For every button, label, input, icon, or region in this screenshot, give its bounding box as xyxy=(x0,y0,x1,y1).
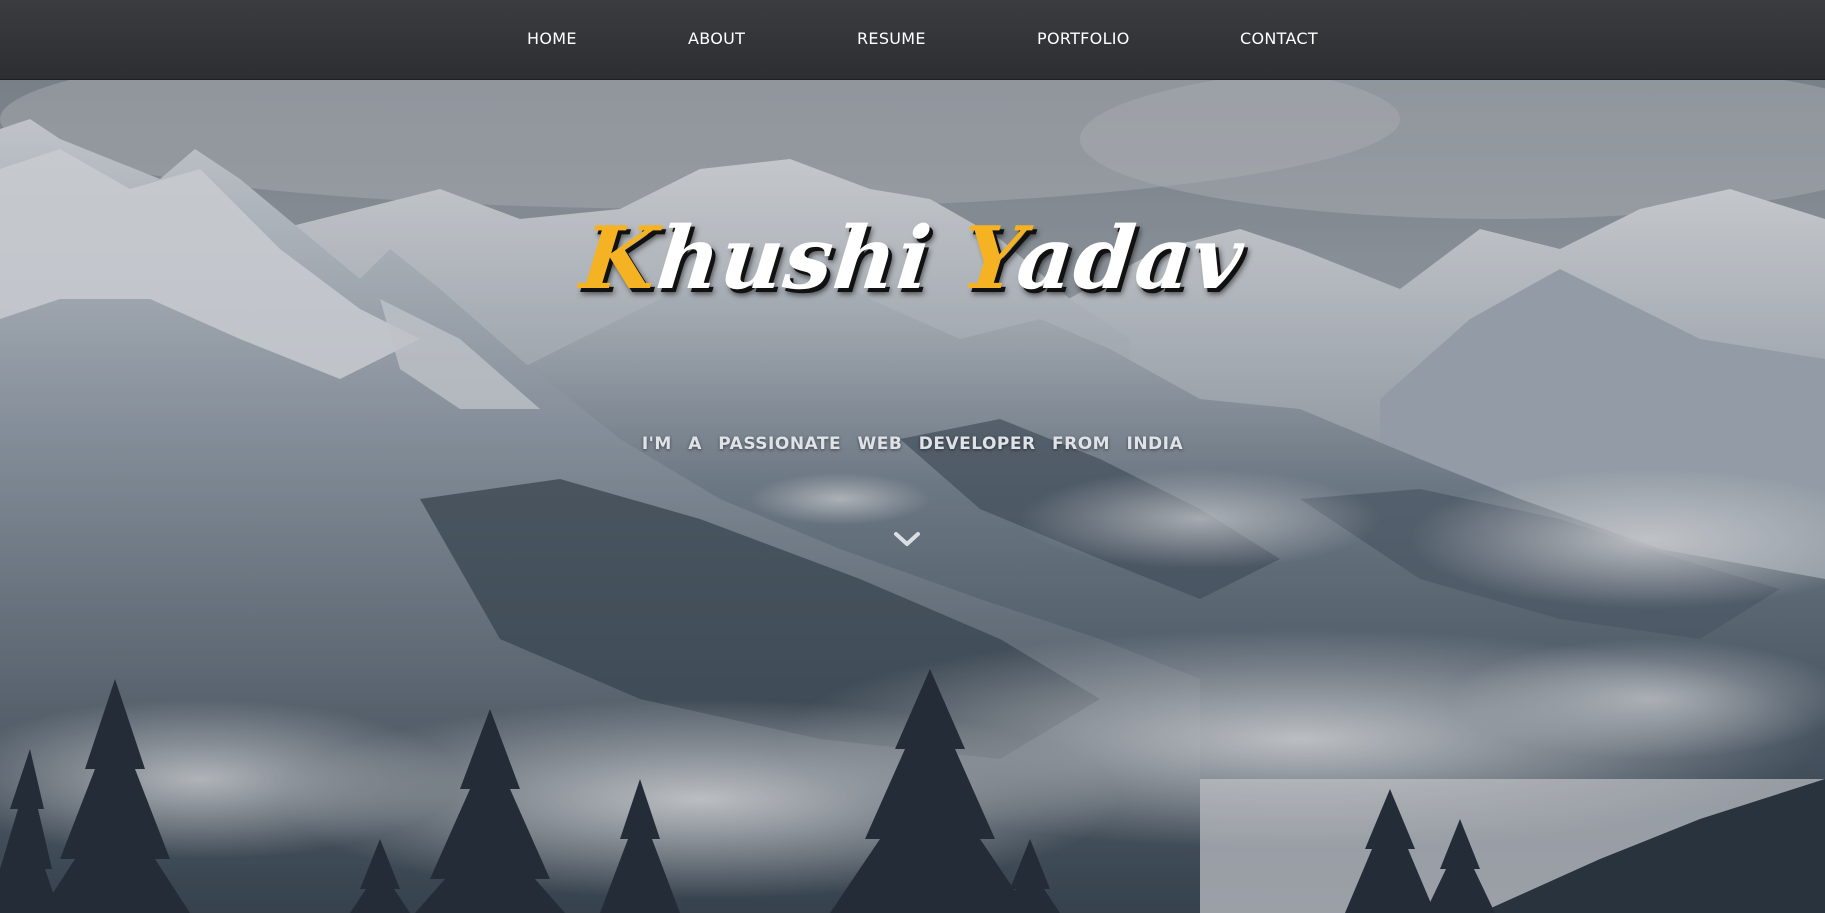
nav-contact-link[interactable]: CONTACT xyxy=(1240,29,1318,48)
page: HOME ABOUT RESUME PORTFOLIO CONTACT Khus… xyxy=(0,0,1825,913)
name-first-initial: K xyxy=(576,208,663,309)
nav-resume-link[interactable]: RESUME xyxy=(857,29,926,48)
hero-banner xyxy=(0,79,1825,913)
nav-home-link[interactable]: HOME xyxy=(527,29,577,48)
dark-overlay xyxy=(0,79,1825,913)
nav-about-link[interactable]: ABOUT xyxy=(688,29,745,48)
chevron-down-icon[interactable] xyxy=(893,530,921,550)
banner-subtitle: I'M A PASSIONATE WEB DEVELOPER FROM INDI… xyxy=(641,434,1184,454)
banner-name-title: Khushi Yadav xyxy=(0,208,1825,309)
nav-portfolio-link[interactable]: PORTFOLIO xyxy=(1037,29,1130,48)
top-navbar: HOME ABOUT RESUME PORTFOLIO CONTACT xyxy=(0,0,1825,80)
name-first-rest: hushi xyxy=(652,208,968,309)
name-last-rest: adav xyxy=(1012,208,1249,309)
